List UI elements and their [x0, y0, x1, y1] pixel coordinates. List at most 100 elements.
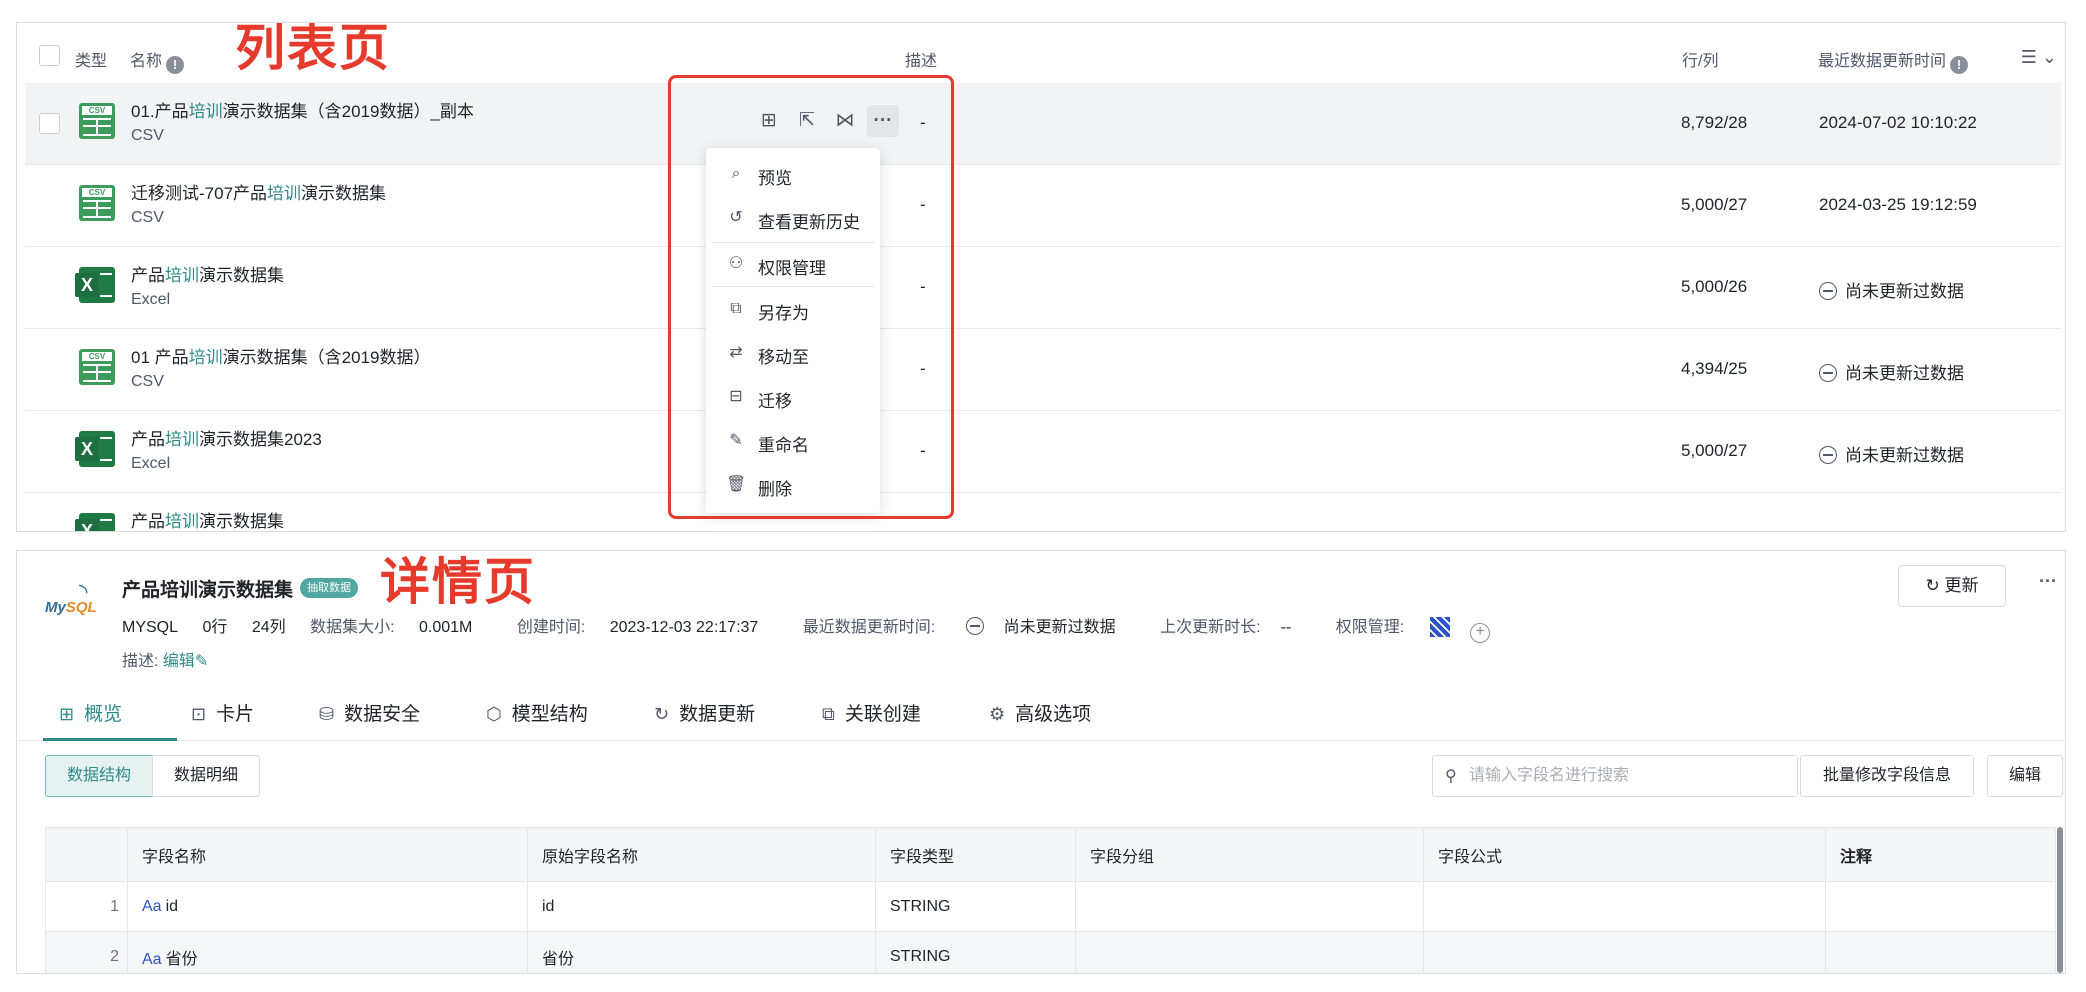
dataset-name[interactable]: 01.产品培训演示数据集（含2019数据）_副本	[131, 97, 474, 122]
comment-cell[interactable]	[1825, 881, 2056, 932]
header-updated[interactable]: 最近数据更新时间!	[1818, 47, 1969, 74]
description-line: 描述: 编辑✎	[122, 653, 209, 670]
edit-description-link[interactable]: 编辑✎	[163, 653, 208, 670]
original-name-cell: 省份	[527, 931, 876, 973]
dataset-list-panel: 类型 名称! 描述 行/列 最近数据更新时间! ☰ ⌄ 列表页 CSV 01.产…	[16, 22, 2066, 532]
field-group-cell[interactable]	[1075, 931, 1424, 973]
link-create-icon: ⧉	[822, 704, 835, 724]
select-all-checkbox[interactable]	[39, 45, 60, 66]
col-header-field-type[interactable]: 字段类型	[875, 827, 1076, 882]
info-icon[interactable]: !	[166, 56, 185, 74]
menu-item-delete[interactable]: 🗑 删除	[706, 465, 880, 505]
move-icon: ⇄	[729, 344, 743, 361]
dataset-detail-panel: ◝ MySQL 产品培训演示数据集 抽取数据 详情页 MYSQL 0行 24列 …	[16, 550, 2066, 974]
comment-cell[interactable]	[1825, 931, 2056, 973]
dataset-name[interactable]: 01 产品培训演示数据集（含2019数据）	[131, 343, 430, 368]
col-header-field-formula[interactable]: 字段公式	[1423, 827, 1826, 882]
tab-data-update[interactable]: ↻ 数据更新	[654, 699, 755, 726]
dataset-title: 产品培训演示数据集	[122, 580, 294, 601]
more-actions-button[interactable]: ···	[867, 105, 899, 137]
extract-data-badge: 抽取数据	[300, 578, 358, 598]
dataset-row[interactable]: X 产品培训演示数据集2023 Excel - 5,000/27 尚未更新过数据	[25, 411, 2061, 493]
more-options-button[interactable]: ···	[2039, 571, 2057, 592]
edit-button[interactable]: 编辑	[1987, 755, 2063, 797]
batch-edit-button[interactable]: 批量修改字段信息	[1800, 755, 1974, 797]
segment-data-structure[interactable]: 数据结构	[45, 755, 153, 797]
dataset-rowcol: 5,000/27	[1681, 441, 1748, 460]
create-chart-icon[interactable]: ⊞	[753, 105, 785, 137]
add-permission-icon[interactable]: +	[1470, 623, 1491, 643]
menu-item-migrate[interactable]: ⊟ 迁移	[706, 377, 880, 417]
dataset-name[interactable]: 产品培训演示数据集	[131, 261, 284, 286]
tab-cards[interactable]: ⊡ 卡片	[191, 699, 254, 726]
field-search[interactable]: ⚲	[1432, 755, 1798, 797]
preview-icon: ⌕	[731, 165, 741, 182]
dataset-name[interactable]: 产品培训演示数据集2023	[131, 425, 322, 450]
refresh-icon: ↻	[654, 704, 670, 724]
row-checkbox[interactable]	[39, 113, 60, 134]
avatar[interactable]	[1430, 617, 1451, 637]
menu-item-rename[interactable]: ✎ 重命名	[706, 421, 880, 461]
field-name-cell[interactable]: Aa id	[127, 881, 528, 932]
col-header-comment[interactable]: 注释	[1825, 827, 2056, 882]
original-name-cell: id	[527, 881, 876, 932]
export-icon[interactable]: ⇱	[791, 105, 823, 137]
menu-item-history[interactable]: ↺ 查看更新历史	[706, 198, 880, 238]
col-header-field-name[interactable]: 字段名称	[127, 827, 528, 882]
field-group-cell[interactable]	[1075, 881, 1424, 932]
tab-overview[interactable]: ⊞ 概览	[59, 699, 122, 726]
dataset-meta: MYSQL 0行 24列 数据集大小: 0.001M 创建时间: 2023-12…	[122, 613, 1530, 643]
csv-file-icon: CSV	[79, 103, 115, 139]
dataset-name[interactable]: 产品培训演示数据集	[131, 507, 284, 531]
menu-item-preview[interactable]: ⌕ 预览	[706, 154, 880, 194]
excel-file-icon: X	[75, 513, 115, 531]
search-input[interactable]	[1469, 764, 1789, 788]
info-icon[interactable]: !	[1950, 56, 1969, 74]
dataset-row[interactable]: CSV 迁移测试-707产品培训演示数据集 CSV - 5,000/27 202…	[25, 165, 2061, 247]
tab-advanced[interactable]: ⚙ 高级选项	[989, 699, 1091, 726]
dataset-updated: 尚未更新过数据	[1819, 441, 1964, 466]
dataset-type: CSV	[131, 209, 164, 226]
dataset-row[interactable]: X 产品培训演示数据集	[25, 493, 2061, 531]
dataset-row[interactable]: CSV 01 产品培训演示数据集（含2019数据） CSV - 4,394/25…	[25, 329, 2061, 411]
never-updated-icon	[965, 617, 984, 635]
refresh-button[interactable]: ↻ 更新	[1898, 565, 2006, 607]
never-updated-icon	[1819, 282, 1837, 300]
dataset-type: Excel	[131, 455, 171, 472]
tab-related-create[interactable]: ⧉ 关联创建	[822, 699, 921, 726]
dataset-row[interactable]: CSV 01.产品培训演示数据集（含2019数据）_副本 CSV ⊞ ⇱ ⋈ ·…	[25, 83, 2061, 165]
excel-file-icon: X	[75, 267, 115, 303]
model-icon[interactable]: ⋈	[829, 105, 861, 137]
tab-model-structure[interactable]: ⬡ 模型结构	[486, 699, 588, 726]
table-row[interactable]: 1 Aa id id STRING	[45, 881, 2056, 932]
dataset-updated: 2024-07-02 10:10:22	[1819, 113, 1977, 132]
field-name-cell[interactable]: Aa 省份	[127, 931, 528, 973]
meta-created: 创建时间: 2023-12-03 22:17:37	[516, 619, 759, 636]
menu-item-save-as[interactable]: ⧉ 另存为	[706, 289, 880, 329]
dataset-type: CSV	[131, 373, 164, 390]
table-scrollbar[interactable]	[2057, 827, 2063, 973]
table-header-row: 字段名称 原始字段名称 字段类型 字段分组 字段公式 注释	[45, 827, 2056, 882]
detail-page-annotation: 详情页	[380, 553, 536, 611]
column-settings-icon[interactable]: ☰ ⌄	[2021, 47, 2057, 68]
detail-tabs: ⊞ 概览 ⊡ 卡片 ⛁ 数据安全 ⬡ 模型结构 ↻ 数据更新 ⧉ 关联创建 ⚙ 高级选项	[17, 691, 2065, 741]
menu-item-move[interactable]: ⇄ 移动至	[706, 333, 880, 373]
dataset-desc: -	[920, 113, 926, 132]
dataset-name[interactable]: 迁移测试-707产品培训演示数据集	[131, 179, 386, 204]
meta-size: 数据集大小: 0.001M	[310, 619, 473, 636]
fields-table: 字段名称 原始字段名称 字段类型 字段分组 字段公式 注释 1 Aa id id …	[45, 827, 2056, 973]
meta-rows: 0行	[202, 619, 228, 636]
table-row[interactable]: 2 Aa 省份 省份 STRING	[45, 931, 2056, 973]
string-type-icon: Aa	[142, 897, 162, 915]
table-icon: ⊞	[59, 704, 75, 724]
segment-data-detail[interactable]: 数据明细	[152, 755, 260, 797]
menu-item-permissions[interactable]: ⚇ 权限管理	[706, 244, 880, 284]
string-type-icon: Aa	[142, 950, 162, 968]
header-name[interactable]: 名称!	[130, 47, 185, 74]
dataset-updated: 尚未更新过数据	[1819, 277, 1964, 302]
tab-data-security[interactable]: ⛁ 数据安全	[319, 699, 420, 726]
col-header-index	[45, 827, 128, 882]
col-header-original-name[interactable]: 原始字段名称	[527, 827, 876, 882]
dataset-row[interactable]: X 产品培训演示数据集 Excel - 5,000/26 尚未更新过数据	[25, 247, 2061, 329]
col-header-field-group[interactable]: 字段分组	[1075, 827, 1424, 882]
